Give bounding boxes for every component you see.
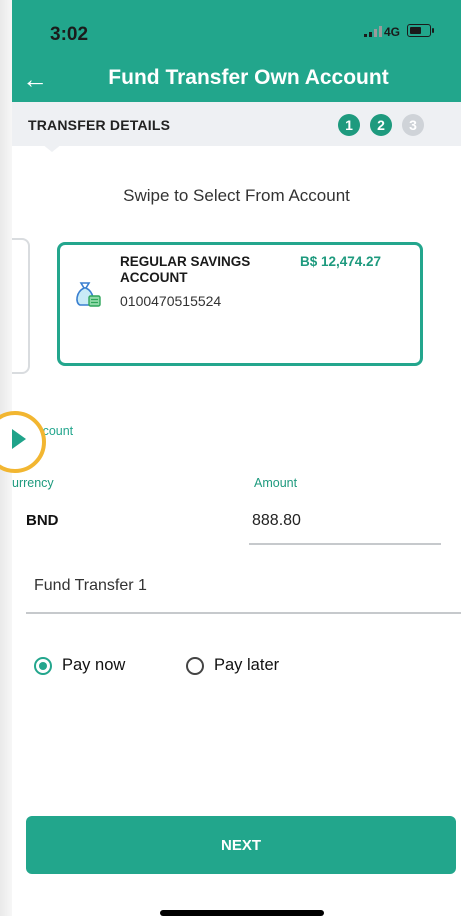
account-name: REGULAR SAVINGS ACCOUNT	[120, 254, 251, 285]
step-bar: TRANSFER DETAILS 1 2 3	[12, 102, 461, 146]
home-indicator	[160, 910, 324, 916]
account-number: 0100470515524	[120, 293, 222, 309]
remark-underline	[26, 612, 461, 614]
money-bag-icon	[76, 282, 101, 307]
currency-label: urrency	[12, 476, 54, 490]
previous-account-card[interactable]	[12, 238, 30, 374]
step-3: 3	[402, 114, 424, 136]
step-1: 1	[338, 114, 360, 136]
remark-input[interactable]: Fund Transfer 1	[34, 577, 147, 595]
signal-icon	[364, 26, 382, 37]
step-label: TRANSFER DETAILS	[28, 117, 171, 133]
amount-input[interactable]: 888.80	[252, 512, 301, 530]
currency-value: BND	[26, 512, 59, 529]
pay-now-label: Pay now	[62, 656, 126, 674]
next-button[interactable]: NEXT	[26, 816, 456, 874]
step-bar-notch	[42, 144, 62, 152]
amount-label: Amount	[254, 476, 298, 490]
network-type: 4G	[384, 25, 401, 39]
status-time: 3:02	[50, 24, 89, 45]
radio-selected-icon[interactable]	[34, 656, 52, 675]
account-balance: B$ 12,474.27	[300, 254, 382, 269]
step-2: 2	[370, 114, 392, 136]
from-account-card[interactable]: REGULAR SAVINGS ACCOUNT B$ 12,474.27 010…	[57, 242, 423, 366]
chevron-right-icon	[12, 429, 26, 449]
app-header: ← Fund Transfer Own Account	[12, 60, 461, 102]
pay-later-option[interactable]: Pay later	[186, 656, 279, 675]
status-bar: 3:02 4G	[12, 0, 461, 60]
app-screen: 3:02 4G ← Fund Transfer Own Account TRAN…	[12, 0, 461, 916]
step-indicator: 1 2 3	[338, 114, 424, 136]
pay-later-label: Pay later	[214, 656, 280, 674]
radio-unselected-icon[interactable]	[186, 656, 204, 675]
battery-icon	[407, 24, 434, 37]
swipe-hint: Swipe to Select From Account	[123, 186, 350, 205]
amount-underline	[249, 543, 441, 545]
pay-now-option[interactable]: Pay now	[34, 656, 125, 675]
page-title: Fund Transfer Own Account	[108, 66, 389, 89]
